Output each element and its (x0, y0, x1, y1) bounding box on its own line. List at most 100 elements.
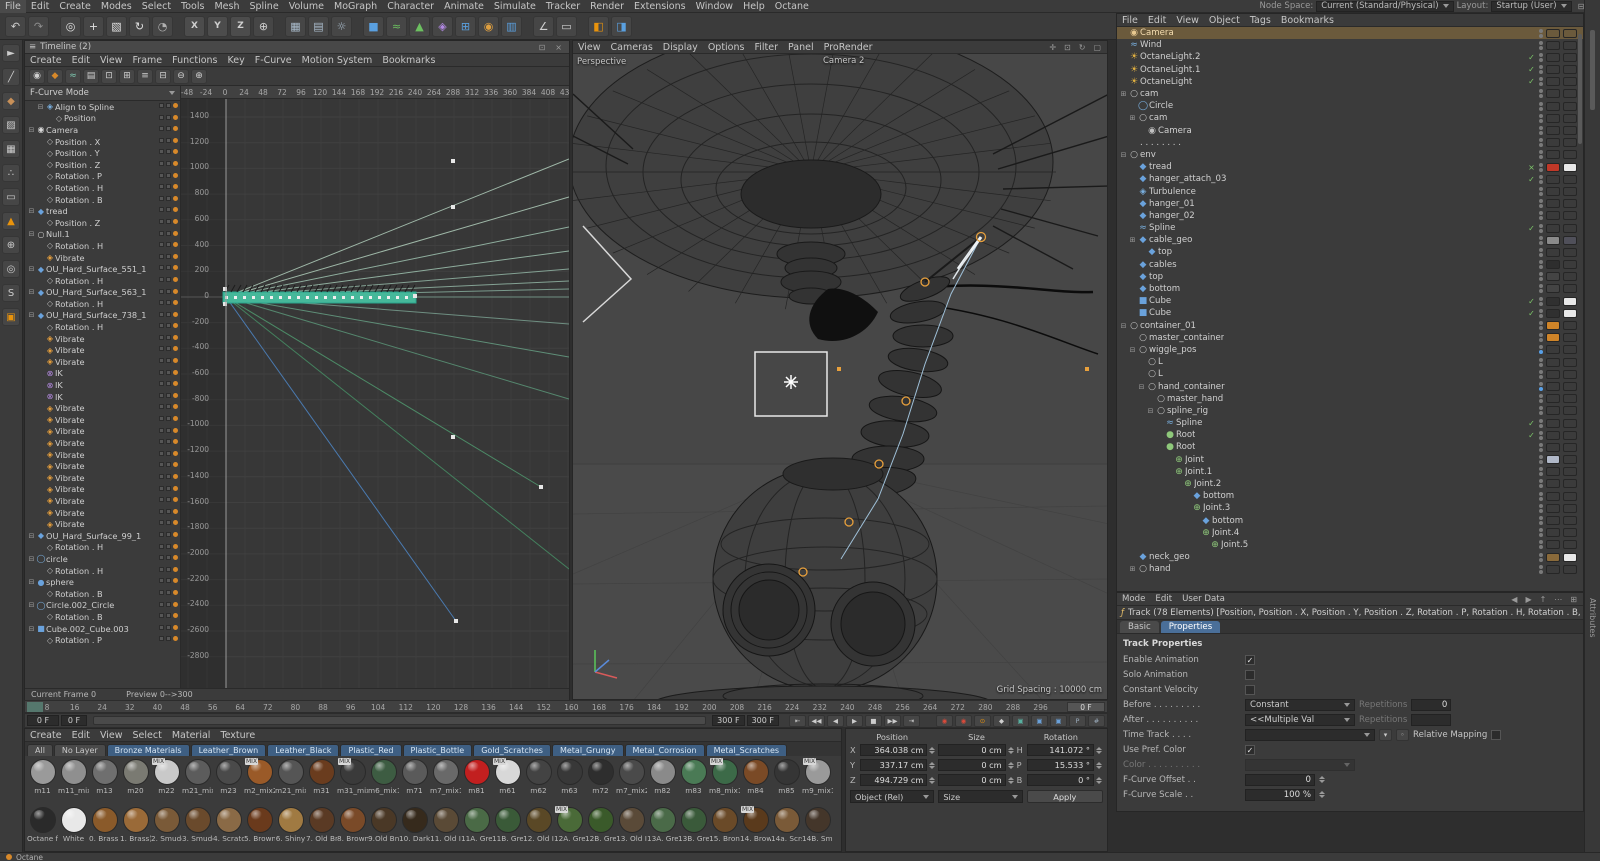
menu-item[interactable]: Spline (244, 0, 283, 13)
timeline-track-row[interactable]: ⊟ ■ Cube.002_Cube.003 (25, 623, 180, 635)
material-thumbnail[interactable] (123, 759, 149, 785)
material-item[interactable]: 9.Old Bn (368, 805, 399, 851)
edges-mode-icon[interactable]: ▭ (2, 188, 20, 206)
viewport-layout-b-icon[interactable]: ◨ (611, 16, 632, 37)
tag-chip[interactable] (1546, 443, 1560, 452)
tag-chip[interactable] (1563, 382, 1577, 391)
timeline-track-row[interactable]: ⊗ IK (25, 379, 180, 391)
points-mode-icon[interactable]: ∴ (2, 164, 20, 182)
track-toggles[interactable] (159, 346, 178, 351)
play-button[interactable]: ▶ (846, 715, 863, 727)
menu-item[interactable]: Extensions (629, 0, 691, 13)
material-thumbnail[interactable] (185, 759, 211, 785)
object-row[interactable]: ≈ Wind (1117, 39, 1583, 51)
object-row[interactable]: ⊕ Joint.1 (1117, 466, 1583, 478)
fcurve-offset-field[interactable]: 0 (1245, 774, 1315, 786)
visibility-dots[interactable] (1539, 565, 1543, 574)
object-row[interactable]: ◆ bottom (1117, 515, 1583, 527)
menu-item[interactable]: Mesh (209, 0, 244, 13)
material-item[interactable]: m21_mix1 (182, 757, 213, 803)
tag-chip[interactable] (1563, 345, 1577, 354)
visibility-dots[interactable] (1539, 126, 1543, 135)
track-toggles[interactable] (159, 254, 178, 259)
menu-item[interactable]: Volume (284, 0, 329, 13)
menu-item[interactable]: Filter (749, 41, 783, 54)
tag-chip[interactable] (1546, 77, 1560, 86)
timeline-track-row[interactable]: ⊟ ◉ Camera (25, 124, 180, 136)
tag-chip[interactable] (1546, 248, 1560, 257)
expander-icon[interactable]: ⊟ (27, 265, 36, 273)
menu-item[interactable]: Texture (215, 729, 260, 742)
menu-item[interactable]: Motion System (297, 54, 378, 67)
material-thumbnail[interactable] (216, 759, 242, 785)
tag-chip[interactable] (1563, 333, 1577, 342)
spinner-icon[interactable] (1008, 747, 1015, 754)
material-thumbnail[interactable] (185, 807, 211, 833)
visibility-dots[interactable] (1539, 41, 1543, 50)
material-item[interactable]: m81 (461, 757, 492, 803)
fcurve-mode-header[interactable]: F-Curve Mode (25, 86, 180, 101)
tag-chip[interactable] (1563, 479, 1577, 488)
visibility-dots[interactable] (1539, 333, 1543, 342)
menu-item[interactable]: Edit (1150, 593, 1177, 605)
tag-chip[interactable] (1546, 528, 1560, 537)
tag-chip[interactable] (1563, 284, 1577, 293)
visibility-dots[interactable] (1539, 431, 1543, 440)
material-item[interactable]: MIX 14. Brow (740, 805, 771, 851)
render-picture-viewer-icon[interactable]: ▤ (308, 16, 329, 37)
frame-all-icon[interactable]: ⊖ (173, 69, 189, 84)
timeline-track-row[interactable]: ◇ Rotation . H (25, 275, 180, 287)
material-item[interactable]: 1. Brass) (120, 805, 151, 851)
object-row[interactable]: ⊟ ○ hand_container (1117, 380, 1583, 392)
track-toggles[interactable] (159, 103, 178, 108)
before-repetitions-field[interactable]: 0 (1411, 699, 1451, 711)
live-selection-icon[interactable]: ◎ (60, 16, 81, 37)
visibility-dots[interactable] (1539, 224, 1543, 233)
timeline-track-row[interactable]: ◈ Vibrate (25, 426, 180, 438)
tag-chip[interactable] (1563, 455, 1577, 464)
track-toggles[interactable] (159, 289, 178, 294)
tag-chip[interactable] (1563, 211, 1577, 220)
track-toggles[interactable] (159, 451, 178, 456)
tag-chip[interactable] (1546, 419, 1560, 428)
object-row[interactable]: ◆ cables (1117, 259, 1583, 271)
visibility-dots[interactable] (1539, 382, 1543, 391)
visibility-dots[interactable] (1539, 479, 1543, 488)
timeline-track-row[interactable]: ⊟ ◆ tread (25, 205, 180, 217)
timeline-track-row[interactable]: ◇ Position . Z (25, 159, 180, 171)
menu-item[interactable]: Create (25, 729, 67, 742)
track-toggles[interactable] (159, 416, 178, 421)
y-axis-lock-icon[interactable]: Y (207, 16, 228, 37)
expander-icon[interactable]: ⊟ (27, 311, 36, 319)
material-item[interactable]: 14a. Scrs (771, 805, 802, 851)
timeline-track-row[interactable]: ◈ Vibrate (25, 356, 180, 368)
material-layer-tab[interactable]: All (27, 744, 53, 756)
tag-chip[interactable] (1563, 467, 1577, 476)
time-track-target-icon[interactable]: ◦ (1396, 729, 1409, 741)
animation-timeline-ruler[interactable]: 8162432404856647280889610411212012813614… (24, 700, 1108, 713)
viewport-rotate-icon[interactable]: ↻ (1076, 43, 1089, 52)
tag-chip[interactable] (1563, 272, 1577, 281)
layout-select[interactable]: Startup (User) (1491, 1, 1571, 12)
mograph-icon[interactable]: ⊞ (455, 16, 476, 37)
tag-chip[interactable] (1563, 565, 1577, 574)
timeline-track-row[interactable]: ◈ Vibrate (25, 333, 180, 345)
timeline-track-row[interactable]: ⊗ IK (25, 391, 180, 403)
visibility-dots[interactable] (1539, 114, 1543, 123)
material-item[interactable]: m7_mix1 (430, 757, 461, 803)
material-thumbnail[interactable] (650, 759, 676, 785)
timeline-track-row[interactable]: ◇ Rotation . P (25, 634, 180, 646)
track-toggles[interactable] (159, 613, 178, 618)
redo-icon[interactable]: ↷ (28, 16, 49, 37)
material-thumbnail[interactable] (774, 759, 800, 785)
track-toggles[interactable] (159, 404, 178, 409)
visibility-dots[interactable] (1539, 150, 1543, 159)
track-toggles[interactable] (159, 555, 178, 560)
uv-mode-icon[interactable]: ▦ (2, 140, 20, 158)
track-toggles[interactable] (159, 428, 178, 433)
tab-properties[interactable]: Properties (1161, 621, 1220, 633)
object-row[interactable]: ◆ neck_geo (1117, 551, 1583, 563)
object-row[interactable]: ⊕ Joint (1117, 454, 1583, 466)
menu-item[interactable]: Window (691, 0, 738, 13)
tag-chip[interactable] (1563, 138, 1577, 147)
